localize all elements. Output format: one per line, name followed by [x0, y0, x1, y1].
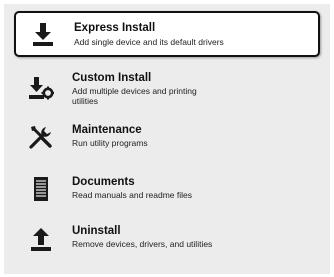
document-icon: [28, 176, 54, 202]
maintenance-title: Maintenance: [72, 124, 142, 136]
uninstall-description: Remove devices, drivers, and utilities: [72, 239, 213, 249]
custom-install-title: Custom Install: [72, 72, 152, 84]
download-icon: [30, 21, 56, 47]
upload-icon: [28, 226, 54, 252]
custom-install-description: Add multiple devices and printing utilit…: [72, 86, 197, 106]
express-install-button[interactable]: Express Install Add single device and it…: [14, 11, 320, 57]
express-install-title: Express Install: [74, 22, 156, 34]
documents-description: Read manuals and readme files: [72, 190, 193, 200]
express-install-description: Add single device and its default driver…: [74, 37, 224, 47]
documents-button[interactable]: Documents Read manuals and readme files: [14, 170, 320, 210]
custom-install-button[interactable]: Custom Install Add multiple devices and …: [14, 66, 320, 110]
tools-icon: [28, 124, 54, 150]
uninstall-button[interactable]: Uninstall Remove devices, drivers, and u…: [14, 218, 320, 260]
maintenance-button[interactable]: Maintenance Run utility programs: [14, 118, 320, 154]
documents-title: Documents: [72, 176, 135, 188]
uninstall-title: Uninstall: [72, 225, 121, 237]
download-settings-icon: [28, 75, 54, 101]
maintenance-description: Run utility programs: [72, 138, 148, 148]
install-menu-panel: Express Install Add single device and it…: [4, 4, 330, 274]
